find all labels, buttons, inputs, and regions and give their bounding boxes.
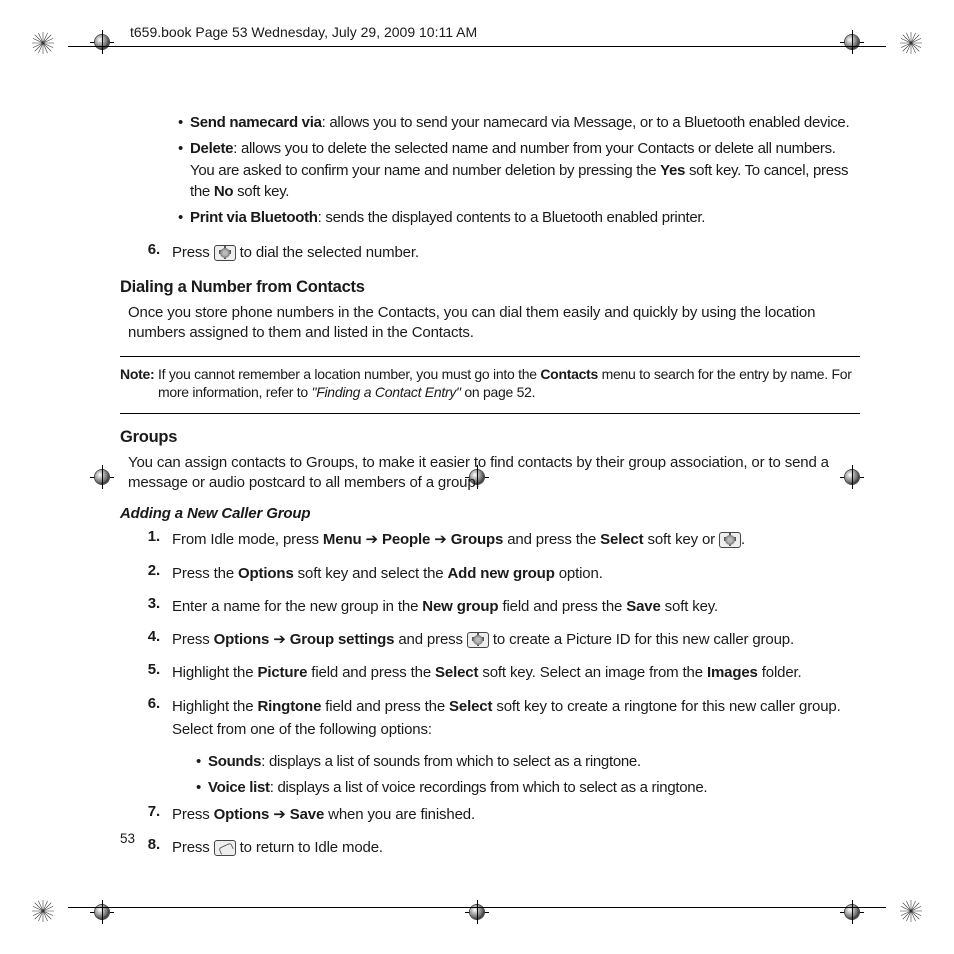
- page-header: t659.book Page 53 Wednesday, July 29, 20…: [130, 24, 477, 40]
- divider: [120, 356, 860, 357]
- list-item: Send namecard via: allows you to send yo…: [178, 112, 860, 134]
- step-row: 6.Highlight the Ringtone field and press…: [140, 695, 860, 742]
- step-number: 8.: [140, 836, 172, 859]
- crop-mark-icon: [90, 30, 114, 54]
- list-item: Sounds: displays a list of sounds from w…: [196, 751, 860, 773]
- list-item: Print via Bluetooth: sends the displayed…: [178, 207, 860, 229]
- step-row: 5.Highlight the Picture field and press …: [140, 661, 860, 684]
- section-heading-dial: Dialing a Number from Contacts: [120, 278, 860, 297]
- divider: [120, 413, 860, 414]
- step-text: Press to return to Idle mode.: [172, 836, 860, 859]
- page-content: Send namecard via: allows you to send yo…: [120, 112, 860, 869]
- step-text: Enter a name for the new group in the Ne…: [172, 595, 860, 618]
- ringtone-option-bullets: Sounds: displays a list of sounds from w…: [196, 751, 860, 799]
- header-rule: [68, 46, 886, 47]
- step-row: 8.Press to return to Idle mode.: [140, 836, 860, 859]
- feature-bullets: Send namecard via: allows you to send yo…: [178, 112, 860, 229]
- step-text: Press Options ➔ Group settings and press…: [172, 628, 860, 651]
- step-row: 2.Press the Options soft key and select …: [140, 562, 860, 585]
- crop-mark-icon: [465, 900, 489, 924]
- paragraph: Once you store phone numbers in the Cont…: [128, 303, 860, 344]
- list-item: Delete: allows you to delete the selecte…: [178, 138, 860, 203]
- step-row: 1.From Idle mode, press Menu ➔ People ➔ …: [140, 528, 860, 551]
- step-number: 3.: [140, 595, 172, 618]
- note-block: Note: If you cannot remember a location …: [120, 365, 860, 401]
- step-text: From Idle mode, press Menu ➔ People ➔ Gr…: [172, 528, 860, 551]
- page-number: 53: [120, 831, 135, 846]
- crop-mark-icon: [840, 900, 864, 924]
- step-number: 7.: [140, 803, 172, 826]
- crop-mark-icon: [840, 30, 864, 54]
- step-row: 4.Press Options ➔ Group settings and pre…: [140, 628, 860, 651]
- step-number: 6.: [140, 695, 172, 742]
- step-text: Highlight the Picture field and press th…: [172, 661, 860, 684]
- crop-mark-icon: [90, 465, 114, 489]
- crop-ornament-icon: [32, 32, 54, 54]
- crop-mark-icon: [90, 900, 114, 924]
- step-number: 6.: [140, 241, 172, 264]
- step-text: Press to dial the selected number.: [172, 241, 860, 264]
- crop-ornament-icon: [32, 900, 54, 922]
- step-row: 7.Press Options ➔ Save when you are fini…: [140, 803, 860, 826]
- end-key-icon: [214, 840, 236, 856]
- crop-ornament-icon: [900, 32, 922, 54]
- footer-rule: [68, 907, 886, 908]
- step-text: Press Options ➔ Save when you are finish…: [172, 803, 860, 826]
- step-text: Press the Options soft key and select th…: [172, 562, 860, 585]
- paragraph: You can assign contacts to Groups, to ma…: [128, 453, 860, 494]
- step-row: 3.Enter a name for the new group in the …: [140, 595, 860, 618]
- step-number: 4.: [140, 628, 172, 651]
- numbered-steps: 1.From Idle mode, press Menu ➔ People ➔ …: [140, 528, 860, 859]
- subsection-heading-add-group: Adding a New Caller Group: [120, 505, 860, 522]
- step-text: Highlight the Ringtone field and press t…: [172, 695, 860, 742]
- step-number: 5.: [140, 661, 172, 684]
- nav-key-icon: [214, 245, 236, 261]
- step-number: 2.: [140, 562, 172, 585]
- step-row: 6. Press to dial the selected number.: [140, 241, 860, 264]
- section-heading-groups: Groups: [120, 428, 860, 447]
- crop-ornament-icon: [900, 900, 922, 922]
- nav-key-icon: [467, 632, 489, 648]
- list-item: Voice list: displays a list of voice rec…: [196, 777, 860, 799]
- nav-key-icon: [719, 532, 741, 548]
- step-number: 1.: [140, 528, 172, 551]
